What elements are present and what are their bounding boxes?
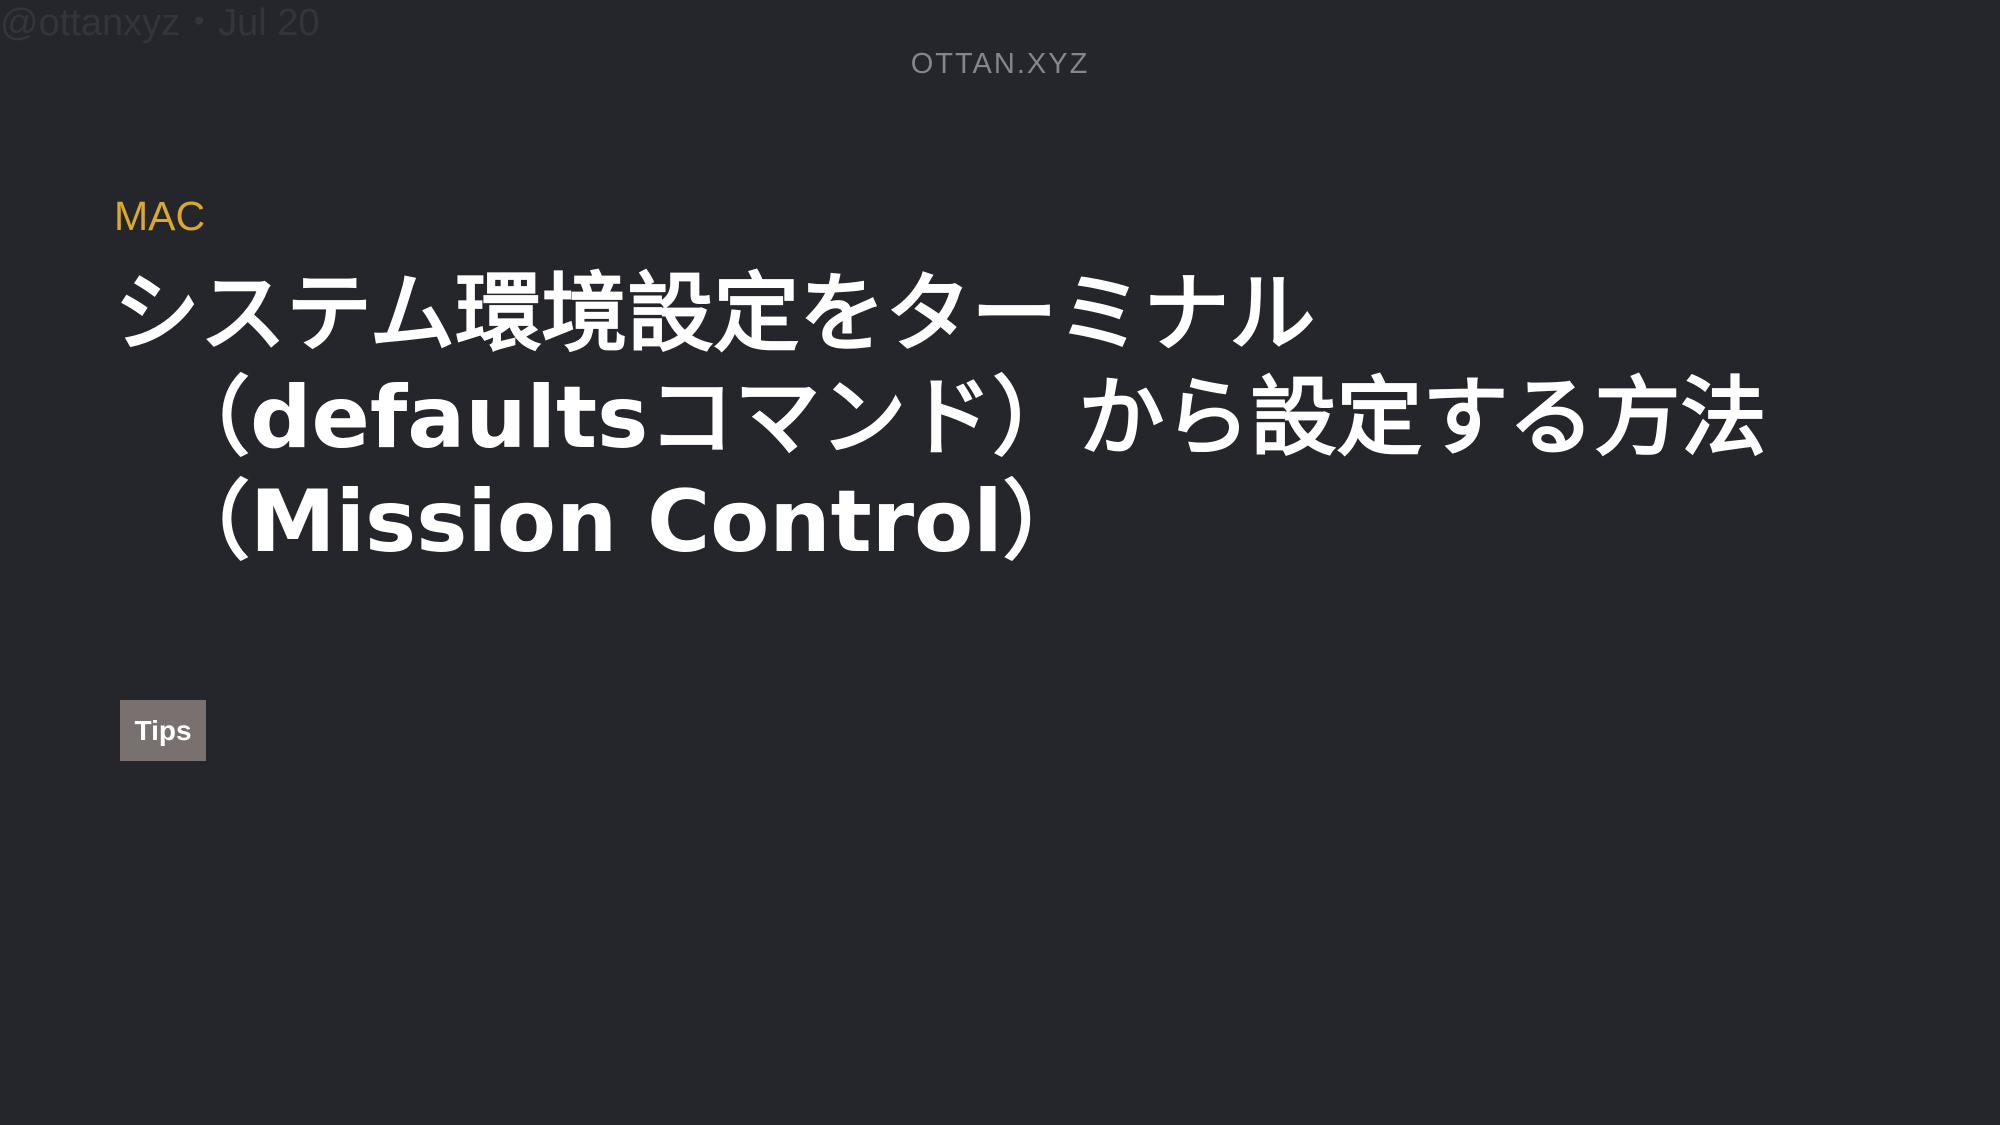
author-date-watermark: @ottanxyz・Jul 20 <box>0 2 320 44</box>
site-name: OTTAN.XYZ <box>910 48 1090 80</box>
post-category: MAC <box>114 193 206 239</box>
post-title: システム環境設定をターミナル （defaultsコマンド）から設定する方法 （M… <box>114 262 1894 574</box>
post-title-line: （Mission Control） <box>164 472 1089 572</box>
post-title-line: （defaultsコマンド）から設定する方法 <box>164 368 1767 468</box>
post-title-line: システム環境設定をターミナル <box>114 264 1316 364</box>
tag-tips[interactable]: Tips <box>120 700 206 761</box>
